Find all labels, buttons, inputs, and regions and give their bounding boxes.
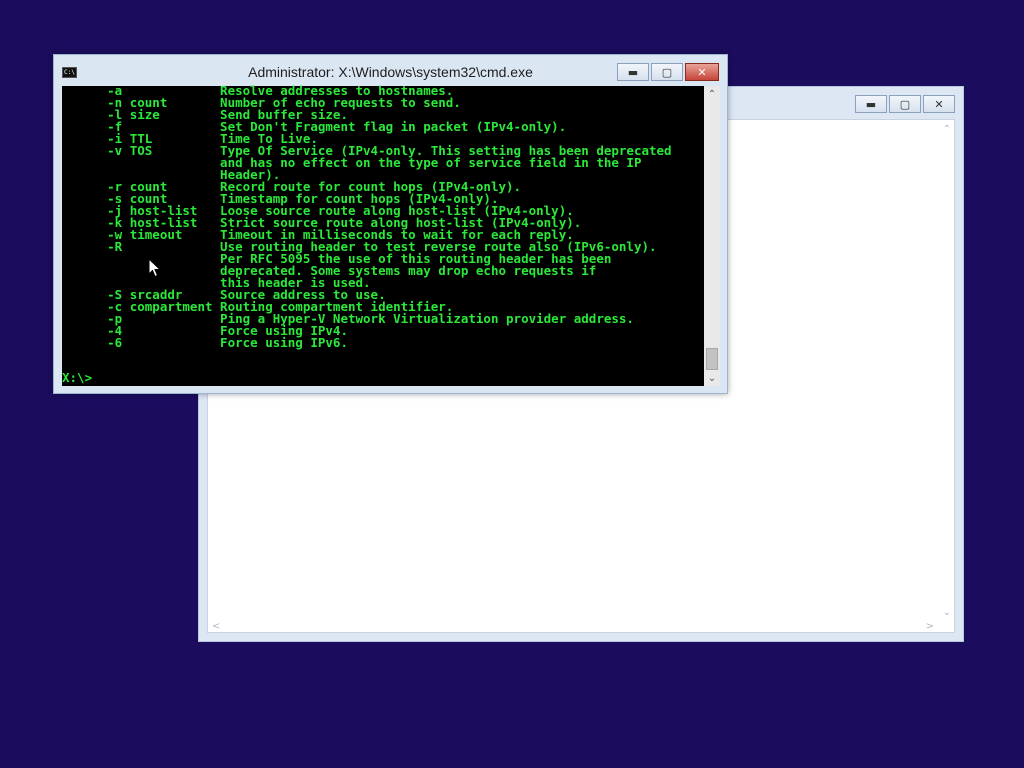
minimize-icon[interactable]: ▬ (855, 95, 887, 113)
scroll-down-icon[interactable]: ⌄ (943, 607, 951, 618)
cmd-scrollbar[interactable]: ⌃ ⌄ (704, 86, 720, 386)
setup-window-caption-buttons: ▬ ▢ ✕ (855, 95, 955, 113)
scroll-right-icon[interactable]: > (926, 621, 934, 632)
minimize-icon[interactable]: ▬ (617, 63, 649, 81)
cmd-output-line: -6 Force using IPv6. (62, 335, 348, 350)
cmd-output: -a Resolve addresses to hostnames. -n co… (62, 85, 704, 385)
cmd-console[interactable]: -a Resolve addresses to hostnames. -n co… (62, 85, 720, 386)
scroll-up-icon[interactable]: ⌃ (943, 124, 951, 135)
cmd-titlebar[interactable]: C:\ Administrator: X:\Windows\system32\c… (54, 55, 727, 85)
close-icon[interactable]: ✕ (923, 95, 955, 113)
scroll-up-icon[interactable]: ⌃ (704, 86, 720, 102)
maximize-icon[interactable]: ▢ (889, 95, 921, 113)
scroll-thumb[interactable] (706, 348, 718, 370)
maximize-icon[interactable]: ▢ (651, 63, 683, 81)
desktop: ▬ ▢ ✕ ⌃ ⌄ < > C:\ Administrator: X:\Wind… (0, 0, 1024, 768)
cmd-window[interactable]: C:\ Administrator: X:\Windows\system32\c… (53, 54, 728, 394)
cmd-caption-buttons: ▬ ▢ ✕ (617, 63, 719, 81)
close-icon[interactable]: ✕ (685, 63, 719, 81)
scroll-left-icon[interactable]: < (212, 621, 220, 632)
cmd-prompt[interactable]: X:\> (62, 371, 92, 384)
mouse-pointer-icon (148, 258, 162, 278)
scroll-down-icon[interactable]: ⌄ (704, 370, 720, 386)
